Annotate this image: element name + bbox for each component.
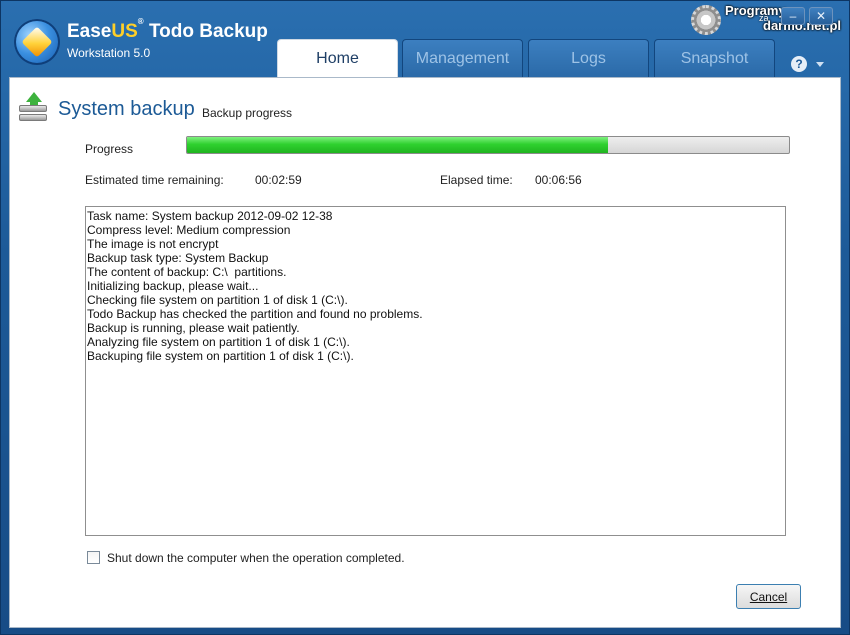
cancel-button[interactable]: Cancel [736,584,801,609]
help-dropdown-caret-icon[interactable] [816,62,824,67]
estimated-time-label: Estimated time remaining: [85,173,224,187]
estimated-time-value: 00:02:59 [255,173,302,187]
app-header: EaseUS® Todo Backup Workstation 5.0 Prog… [1,1,850,77]
shutdown-checkbox-label[interactable]: Shut down the computer when the operatio… [107,551,405,565]
log-line: The content of backup: C:\ partitions. [87,265,287,279]
log-line: Compress level: Medium compression [87,223,291,237]
brand-registered-mark: ® [137,16,144,26]
elapsed-time-value: 00:06:56 [535,173,582,187]
backup-disk-icon [19,92,49,122]
help-icon[interactable]: ? [791,56,807,72]
tab-snapshot[interactable]: Snapshot [654,39,775,77]
log-line: Analyzing file system on partition 1 of … [87,335,350,349]
progress-bar [186,136,790,154]
close-button[interactable]: ✕ [809,7,833,25]
backup-log[interactable]: Task name: System backup 2012-09-02 12-3… [85,206,786,536]
page-title: System backup [58,98,195,120]
tab-logs[interactable]: Logs [528,39,649,77]
content-panel: System backup Backup progress Progress E… [9,77,841,628]
log-line: Backup is running, please wait patiently… [87,321,300,335]
progress-fill [187,137,609,153]
brand-ease: Ease [67,21,112,42]
tab-home[interactable]: Home [277,39,398,77]
easeus-logo-icon [14,19,60,65]
elapsed-time-label: Elapsed time: [440,173,513,187]
app-edition: Workstation 5.0 [67,46,151,60]
shutdown-checkbox[interactable] [87,551,100,564]
page-subtitle: Backup progress [202,106,293,120]
log-line: Todo Backup has checked the partition an… [87,307,423,321]
tab-management[interactable]: Management [402,39,523,77]
brand-product: Todo Backup [143,21,268,42]
log-line: Initializing backup, please wait... [87,279,259,293]
log-line: Backup task type: System Backup [87,251,269,265]
log-line: Checking file system on partition 1 of d… [87,293,348,307]
gear-icon [691,5,721,35]
log-line: Task name: System backup 2012-09-02 12-3… [87,209,333,223]
progress-label: Progress [85,142,134,156]
app-window: EaseUS® Todo Backup Workstation 5.0 Prog… [0,0,850,635]
brand-us: US [111,21,138,42]
log-line: The image is not encrypt [87,237,219,251]
app-brand: EaseUS® Todo Backup [67,17,268,43]
log-line: Backuping file system on partition 1 of … [87,349,354,363]
minimize-button[interactable]: – [781,7,805,25]
watermark-line1: Programy [725,3,786,18]
